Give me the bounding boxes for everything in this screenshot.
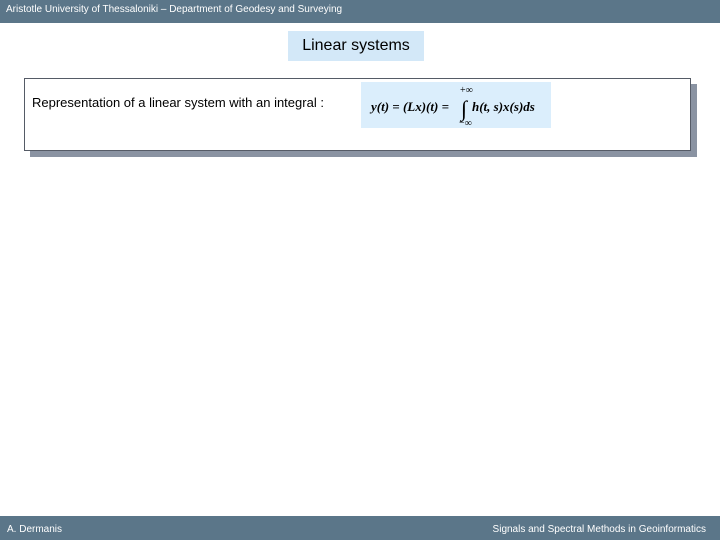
- header-text: Aristotle University of Thessaloniki – D…: [6, 4, 343, 15]
- content-panel: Representation of a linear system with a…: [24, 78, 691, 151]
- formula-upper-limit: +∞: [460, 85, 473, 96]
- slide-title: Linear systems: [288, 31, 424, 61]
- header-bar: Aristotle University of Thessaloniki – D…: [0, 0, 720, 23]
- description-text: Representation of a linear system with a…: [32, 95, 324, 110]
- formula-graphic: y(t) = (Lx)(t) = +∞ ∫ −∞ h(t, s)x(s)ds: [369, 85, 535, 128]
- integral-formula: y(t) = (Lx)(t) = +∞ ∫ −∞ h(t, s)x(s)ds: [361, 82, 551, 128]
- formula-lower-limit: −∞: [459, 118, 472, 128]
- formula-lhs: y(t) = (Lx)(t) =: [369, 99, 449, 114]
- formula-integrand: h(t, s)x(s)ds: [472, 99, 535, 114]
- footer-bar: A. Dermanis Signals and Spectral Methods…: [0, 516, 720, 540]
